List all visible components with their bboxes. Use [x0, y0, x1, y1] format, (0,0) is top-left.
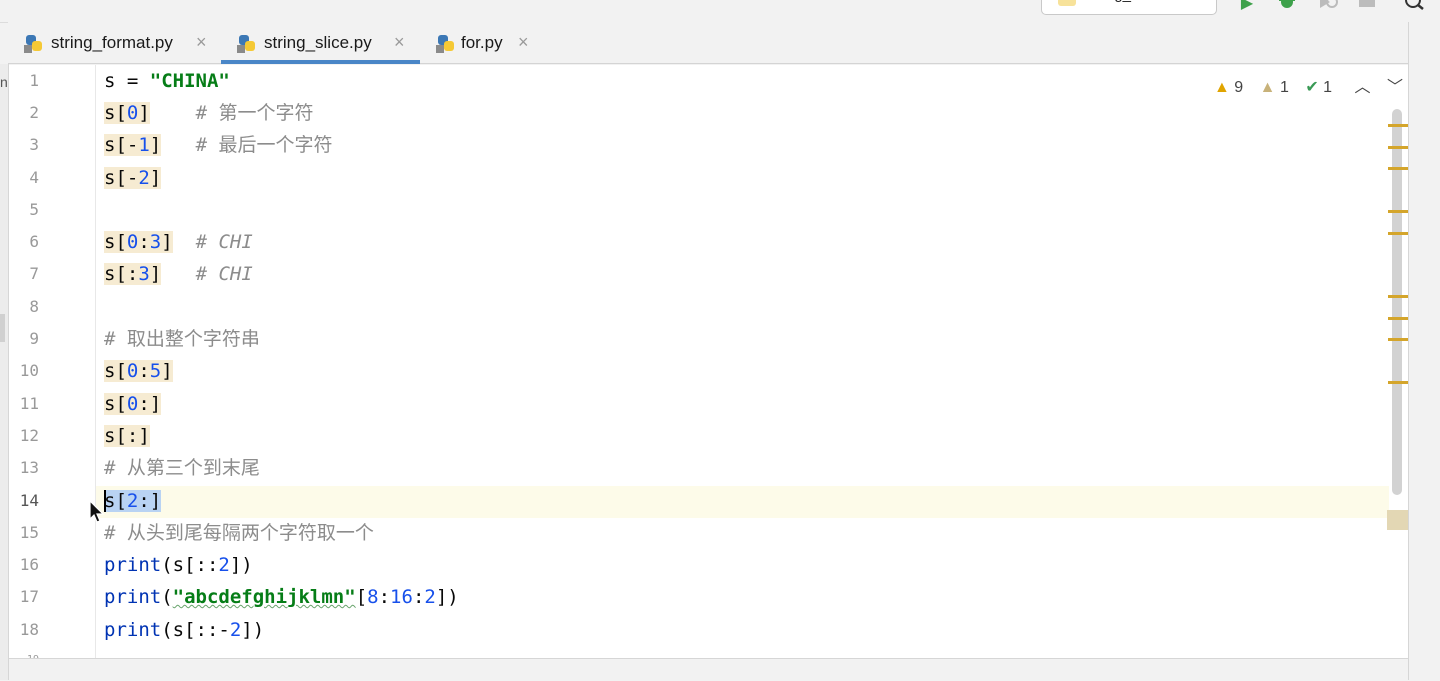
- next-highlight-icon[interactable]: ﹀: [1387, 73, 1403, 97]
- close-icon[interactable]: ×: [518, 32, 529, 53]
- code-line: # 从头到尾每隔两个字符取一个: [104, 517, 374, 549]
- project-panel-text: n: [0, 74, 8, 90]
- line-number: 6: [29, 232, 39, 251]
- code-line: s[:]: [104, 425, 150, 447]
- typo-count: 1: [1323, 79, 1333, 96]
- warning-marker[interactable]: [1388, 210, 1408, 213]
- python-file-icon: [436, 33, 456, 58]
- code-comment: # 最后一个字符: [195, 134, 333, 156]
- code-line: s[:3] # CHI: [104, 263, 253, 285]
- right-tool-window-strip: [1408, 22, 1440, 680]
- line-number: 8: [29, 297, 39, 316]
- code-line: s[0] # 第一个字符: [104, 102, 314, 124]
- line-number: 12: [19, 426, 39, 445]
- active-tab-indicator: [221, 60, 420, 64]
- main-toolbar: string_slice ▼ ▶: [0, 0, 1440, 23]
- code-comment: # 从头到尾每隔两个字符取一个: [104, 522, 374, 544]
- line-number: 4: [29, 168, 39, 187]
- line-number: 9: [29, 329, 39, 348]
- line-number: 5: [29, 200, 39, 219]
- coverage-icon[interactable]: [1316, 0, 1338, 14]
- code-editor[interactable]: 1 2 3 4 5 6 7 8 9 10 11 12 13 14 15 16 1…: [9, 65, 1408, 658]
- editor-bottom-edge: [9, 658, 1408, 681]
- line-number-gutter: 1 2 3 4 5 6 7 8 9 10 11 12 13 14 15 16 1…: [9, 65, 96, 658]
- code-comment: # 取出整个字符串: [104, 328, 260, 350]
- current-line-highlight: [9, 486, 1389, 518]
- mouse-pointer-icon: [89, 499, 105, 529]
- editor-tab-bar: string_format.py × string_slice.py × for…: [8, 22, 1408, 64]
- tab-label: string_format.py: [51, 33, 173, 52]
- bug-icon[interactable]: [1276, 0, 1298, 14]
- tab-for[interactable]: for.py ×: [420, 22, 540, 63]
- code-comment: # 从第三个到末尾: [104, 457, 260, 479]
- line-number: 15: [19, 523, 39, 542]
- line-number: 19: [9, 644, 39, 658]
- code-line: # 取出整个字符串: [104, 323, 260, 355]
- code-line-current: s[2:]: [104, 485, 162, 517]
- python-file-icon: [24, 33, 44, 58]
- weak-warning-icon: ▲: [1259, 79, 1276, 96]
- weak-warning-count: 1: [1279, 79, 1289, 96]
- inspections-widget[interactable]: ▲ 9 ▲ 1 ✔ 1 ︿ ﹀: [1214, 73, 1403, 97]
- line-number: 13: [19, 458, 39, 477]
- stop-icon[interactable]: [1356, 0, 1378, 14]
- code-line: s[0:3] # CHI: [104, 231, 253, 253]
- warning-marker[interactable]: [1388, 317, 1408, 320]
- code-line: print("abcdefghijklmn"[8:16:2]): [104, 586, 459, 608]
- line-number: 10: [19, 361, 39, 380]
- string-literal: "CHINA": [149, 70, 230, 92]
- warning-marker[interactable]: [1388, 167, 1408, 170]
- warning-marker[interactable]: [1388, 232, 1408, 235]
- tab-string-slice[interactable]: string_slice.py ×: [221, 22, 420, 64]
- code-line: s[-1] # 最后一个字符: [104, 134, 333, 156]
- line-number: 3: [29, 135, 39, 154]
- code-line: print(s[::-2]): [104, 619, 265, 641]
- selected-text: s[2:]: [104, 490, 162, 512]
- close-icon[interactable]: ×: [394, 32, 405, 53]
- python-file-icon: [1058, 0, 1076, 10]
- panel-marker: [0, 314, 5, 342]
- code-line: s = "CHINA": [104, 70, 230, 92]
- warning-marker[interactable]: [1388, 295, 1408, 298]
- warning-marker[interactable]: [1388, 338, 1408, 341]
- warning-marker[interactable]: [1388, 124, 1408, 127]
- string-literal: "abcdefghijklmn": [172, 586, 356, 608]
- python-file-icon: [237, 33, 257, 58]
- play-icon[interactable]: ▶: [1236, 0, 1258, 14]
- line-number: 2: [29, 103, 39, 122]
- line-number: 7: [29, 264, 39, 283]
- line-number-current: 14: [19, 491, 39, 510]
- code-comment: # 第一个字符: [195, 102, 314, 124]
- code-line: s[0:5]: [104, 360, 173, 382]
- line-number: 18: [19, 620, 39, 639]
- code-line: # 从第三个到末尾: [104, 452, 260, 484]
- run-configuration-selector[interactable]: string_slice ▼: [1041, 0, 1217, 15]
- code-line: s[0:]: [104, 393, 162, 415]
- warning-marker[interactable]: [1388, 146, 1408, 149]
- search-icon[interactable]: [1404, 0, 1426, 14]
- project-panel-edge: n: [0, 64, 9, 680]
- run-configuration-label: string_slice: [1086, 0, 1161, 3]
- typo-check-icon: ✔: [1305, 79, 1319, 96]
- line-number: 11: [19, 394, 39, 413]
- warning-count: 9: [1234, 79, 1244, 96]
- code-line: s[-2]: [104, 167, 162, 189]
- line-number: 16: [19, 555, 39, 574]
- code-comment: # CHI: [195, 263, 253, 285]
- tab-label: string_slice.py: [264, 33, 372, 52]
- line-number: 17: [19, 587, 39, 606]
- close-icon[interactable]: ×: [196, 32, 207, 53]
- warning-marker[interactable]: [1388, 381, 1408, 384]
- caret-position-marker: [1387, 510, 1408, 530]
- previous-highlight-icon[interactable]: ︿: [1355, 73, 1371, 97]
- code-comment: # CHI: [195, 231, 253, 253]
- code-line: print(s[::2]): [104, 554, 253, 576]
- warning-icon: ▲: [1214, 79, 1230, 96]
- line-number: 1: [29, 71, 39, 90]
- tab-label: for.py: [461, 33, 503, 52]
- tab-string-format[interactable]: string_format.py ×: [8, 22, 221, 63]
